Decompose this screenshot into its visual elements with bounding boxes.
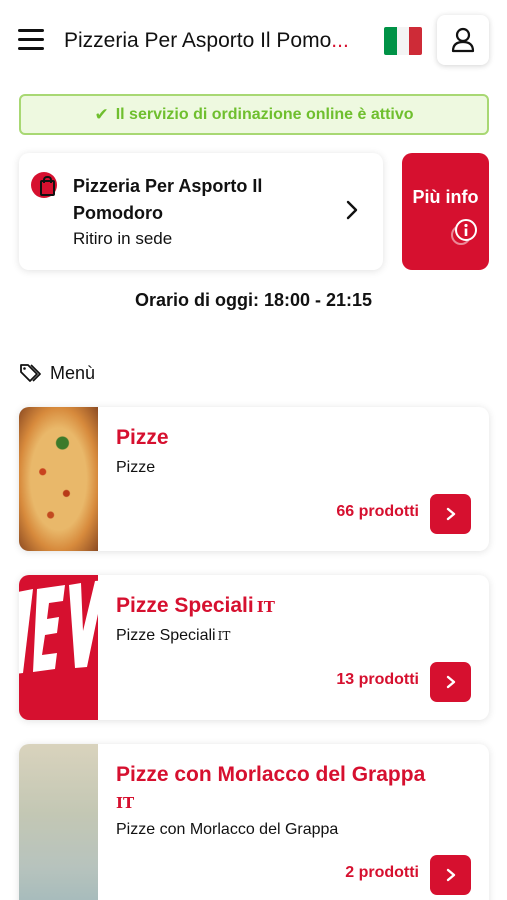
category-title: Pizze con Morlacco del Grappa IT xyxy=(116,763,426,812)
category-product-count: 13 prodotti xyxy=(336,671,419,688)
chevron-right-icon xyxy=(446,868,455,882)
language-badge: IT xyxy=(256,598,275,616)
hamburger-menu-icon[interactable] xyxy=(18,29,44,51)
page-title: Pizzeria Per Asporto Il Pomo... xyxy=(64,29,349,52)
user-icon xyxy=(451,27,475,53)
today-opening-hours: Orario di oggi: 18:00 - 21:15 xyxy=(134,290,373,310)
shop-name: Pizzeria Per Asporto Il Pomodoro xyxy=(73,176,263,223)
category-description: Pizze xyxy=(116,459,156,476)
status-text: Il servizio di ordinazione online è atti… xyxy=(115,105,414,123)
menu-heading: Menù xyxy=(19,362,95,384)
category-open-button[interactable] xyxy=(430,662,471,702)
user-account-button[interactable] xyxy=(437,15,489,65)
category-image-pizze xyxy=(19,407,98,551)
category-card-pizze[interactable]: Pizze Pizze 66 prodotti xyxy=(19,407,489,551)
more-info-label: Più info xyxy=(412,187,479,207)
category-product-count: 2 prodotti xyxy=(345,864,419,881)
category-card-pizze-morlacco[interactable]: Pizze con Morlacco del Grappa IT Pizze co… xyxy=(19,744,489,900)
chevron-right-icon xyxy=(346,200,358,220)
check-icon: ✔ xyxy=(94,104,109,124)
chevron-right-icon xyxy=(446,507,455,521)
online-ordering-status-banner: ✔ Il servizio di ordinazione online è at… xyxy=(19,94,489,135)
category-image-pizze-morlacco xyxy=(19,744,98,900)
language-badge: IT xyxy=(217,629,231,643)
shop-selector-card[interactable]: Pizzeria Per Asporto Il Pomodoro Ritiro … xyxy=(19,153,383,270)
category-open-button[interactable] xyxy=(430,494,471,534)
tag-icon xyxy=(20,364,41,382)
menu-heading-label: Menù xyxy=(50,362,96,383)
more-info-button[interactable]: Più info xyxy=(402,153,489,270)
pickup-mode: Ritiro in sede xyxy=(73,229,173,248)
category-image-pizze-speciali xyxy=(19,575,105,720)
italian-flag-icon[interactable] xyxy=(384,27,422,55)
nev-logo-icon xyxy=(19,580,105,674)
category-title: Pizze Speciali IT xyxy=(116,594,275,617)
category-description: Pizze Speciali IT xyxy=(116,627,231,644)
shopping-bag-icon xyxy=(31,172,57,198)
language-badge: IT xyxy=(116,794,135,812)
info-icon xyxy=(451,219,477,245)
category-card-pizze-speciali[interactable]: Pizze Speciali IT Pizze Speciali IT 13 pro… xyxy=(19,575,489,720)
category-product-count: 66 prodotti xyxy=(336,503,419,520)
chevron-right-icon xyxy=(446,675,455,689)
app-header: Pizzeria Per Asporto Il Pomo... xyxy=(0,0,507,84)
category-open-button[interactable] xyxy=(430,855,471,895)
category-description: Pizze con Morlacco del Grappa xyxy=(116,821,339,838)
category-title: Pizze xyxy=(116,426,169,449)
